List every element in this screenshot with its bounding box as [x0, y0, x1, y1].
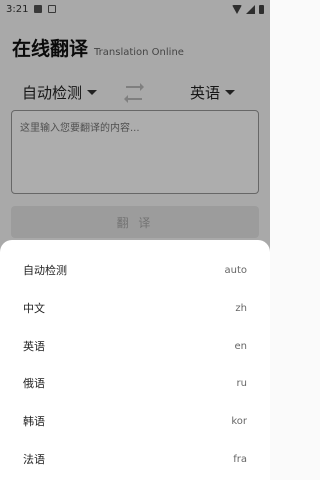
sheet-item-name: 英语: [23, 340, 45, 353]
sheet-item-ru[interactable]: 俄语 ru: [0, 364, 270, 402]
sheet-item-code: fra: [233, 453, 247, 465]
sheet-item-zh[interactable]: 中文 zh: [0, 289, 270, 327]
language-bottom-sheet: 自动检测 auto 中文 zh 英语 en 俄语 ru 韩语 kor 法语 fr…: [0, 240, 270, 480]
sheet-item-en[interactable]: 英语 en: [0, 327, 270, 365]
sheet-item-code: ru: [236, 377, 247, 389]
sheet-item-kor[interactable]: 韩语 kor: [0, 402, 270, 440]
sheet-item-name: 韩语: [23, 415, 45, 428]
sheet-item-name: 中文: [23, 302, 45, 315]
sheet-item-code: auto: [224, 264, 247, 276]
sheet-item-code: en: [234, 340, 248, 352]
sheet-item-code: zh: [235, 302, 247, 314]
sheet-item-name: 法语: [23, 453, 45, 466]
sheet-item-auto[interactable]: 自动检测 auto: [0, 251, 270, 289]
sheet-item-code: kor: [231, 415, 247, 427]
sheet-item-name: 自动检测: [23, 264, 67, 277]
sheet-item-fra[interactable]: 法语 fra: [0, 440, 270, 478]
sheet-item-name: 俄语: [23, 377, 45, 390]
